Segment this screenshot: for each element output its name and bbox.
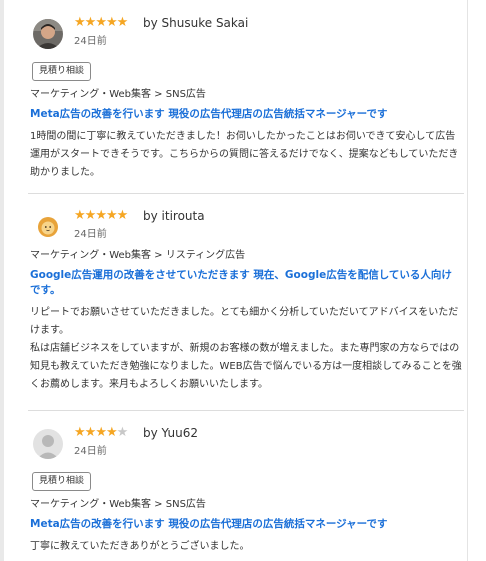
divider [28, 410, 464, 411]
service-category: マーケティング・Web集客 > SNS広告 [30, 499, 206, 510]
rating-stars: ★★★★★ [74, 425, 129, 440]
star-icon: ★ [116, 425, 129, 440]
star-icon: ★ [95, 15, 107, 30]
star-icon: ★ [74, 208, 86, 223]
review-date: 24日前 [74, 446, 107, 457]
review-text: 1時間の間に丁寧に教えていただきました！お伺いしたかったことはお伺いできて安心し… [30, 131, 459, 178]
avatar[interactable] [33, 19, 63, 49]
service-category: マーケティング・Web集客 > SNS広告 [30, 89, 206, 100]
default-user-avatar-icon [33, 429, 63, 459]
avatar[interactable] [33, 429, 63, 459]
user-photo-avatar-icon [33, 19, 63, 49]
review-text: リピートでお願いさせていただきました。とても細かく分析していただいてアドバイスを… [30, 307, 459, 336]
star-icon: ★ [84, 425, 97, 440]
service-title-link[interactable]: Meta広告の改善を行います 現役の広告代理店の広告統括マネージャーです [30, 517, 462, 532]
review-date: 24日前 [74, 36, 107, 47]
star-icon: ★ [84, 15, 97, 30]
review-body: 1時間の間に丁寧に教えていただきました！お伺いしたかったことはお伺いできて安心し… [30, 128, 462, 182]
review-header: ★★★★★ by Shusuke Sakai 24日前 [30, 10, 462, 50]
review-header: ★★★★★ by Yuu62 24日前 [30, 420, 462, 460]
review-header: ★★★★★ by itirouta 24日前 [30, 203, 462, 243]
service-title-link[interactable]: Meta広告の改善を行います 現役の広告代理店の広告統括マネージャーです [30, 107, 462, 122]
left-edge [0, 0, 4, 561]
rating-stars: ★★★★★ [74, 15, 129, 30]
review-card: ★★★★★ by Yuu62 24日前 見積り相談 マーケティング・Web集客 … [30, 420, 462, 556]
star-icon: ★ [74, 15, 86, 30]
service-category: マーケティング・Web集客 > リスティング広告 [30, 250, 246, 261]
review-body: リピートでお願いさせていただきました。とても細かく分析していただいてアドバイスを… [30, 304, 462, 394]
right-edge [467, 0, 468, 561]
reviews-page: ★★★★★ by Shusuke Sakai 24日前 見積り相談 マーケティン… [0, 0, 486, 561]
estimate-consultation-badge: 見積り相談 [32, 62, 92, 81]
review-card: ★★★★★ by Shusuke Sakai 24日前 見積り相談 マーケティン… [30, 10, 462, 182]
review-card: ★★★★★ by itirouta 24日前 マーケティング・Web集客 > リ… [30, 203, 462, 394]
lion-avatar-icon [33, 212, 63, 242]
reviewer-name[interactable]: by Shusuke Sakai [143, 16, 248, 30]
reviewer-name[interactable]: by Yuu62 [143, 426, 198, 440]
review-date: 24日前 [74, 229, 107, 240]
star-icon: ★ [105, 425, 118, 440]
divider [28, 193, 464, 194]
star-icon: ★ [95, 425, 107, 440]
review-body: 丁寧に教えていただきありがとうございました。 [30, 538, 462, 556]
review-text: 丁寧に教えていただきありがとうございました。 [30, 541, 250, 552]
avatar[interactable] [33, 212, 63, 242]
review-text: 私は店舗ビジネスをしていますが、新規のお客様の数が増えました。また専門家の方なら… [30, 343, 462, 390]
star-icon: ★ [116, 15, 129, 30]
star-icon: ★ [116, 208, 129, 223]
star-icon: ★ [105, 15, 118, 30]
service-title-link[interactable]: Google広告運用の改善をさせていただきます 現在、Google広告を配信して… [30, 268, 462, 298]
estimate-consultation-badge: 見積り相談 [32, 472, 92, 491]
rating-stars: ★★★★★ [74, 208, 129, 223]
star-icon: ★ [105, 208, 118, 223]
star-icon: ★ [95, 208, 107, 223]
star-icon: ★ [74, 425, 86, 440]
star-icon: ★ [84, 208, 97, 223]
reviewer-name[interactable]: by itirouta [143, 209, 205, 223]
